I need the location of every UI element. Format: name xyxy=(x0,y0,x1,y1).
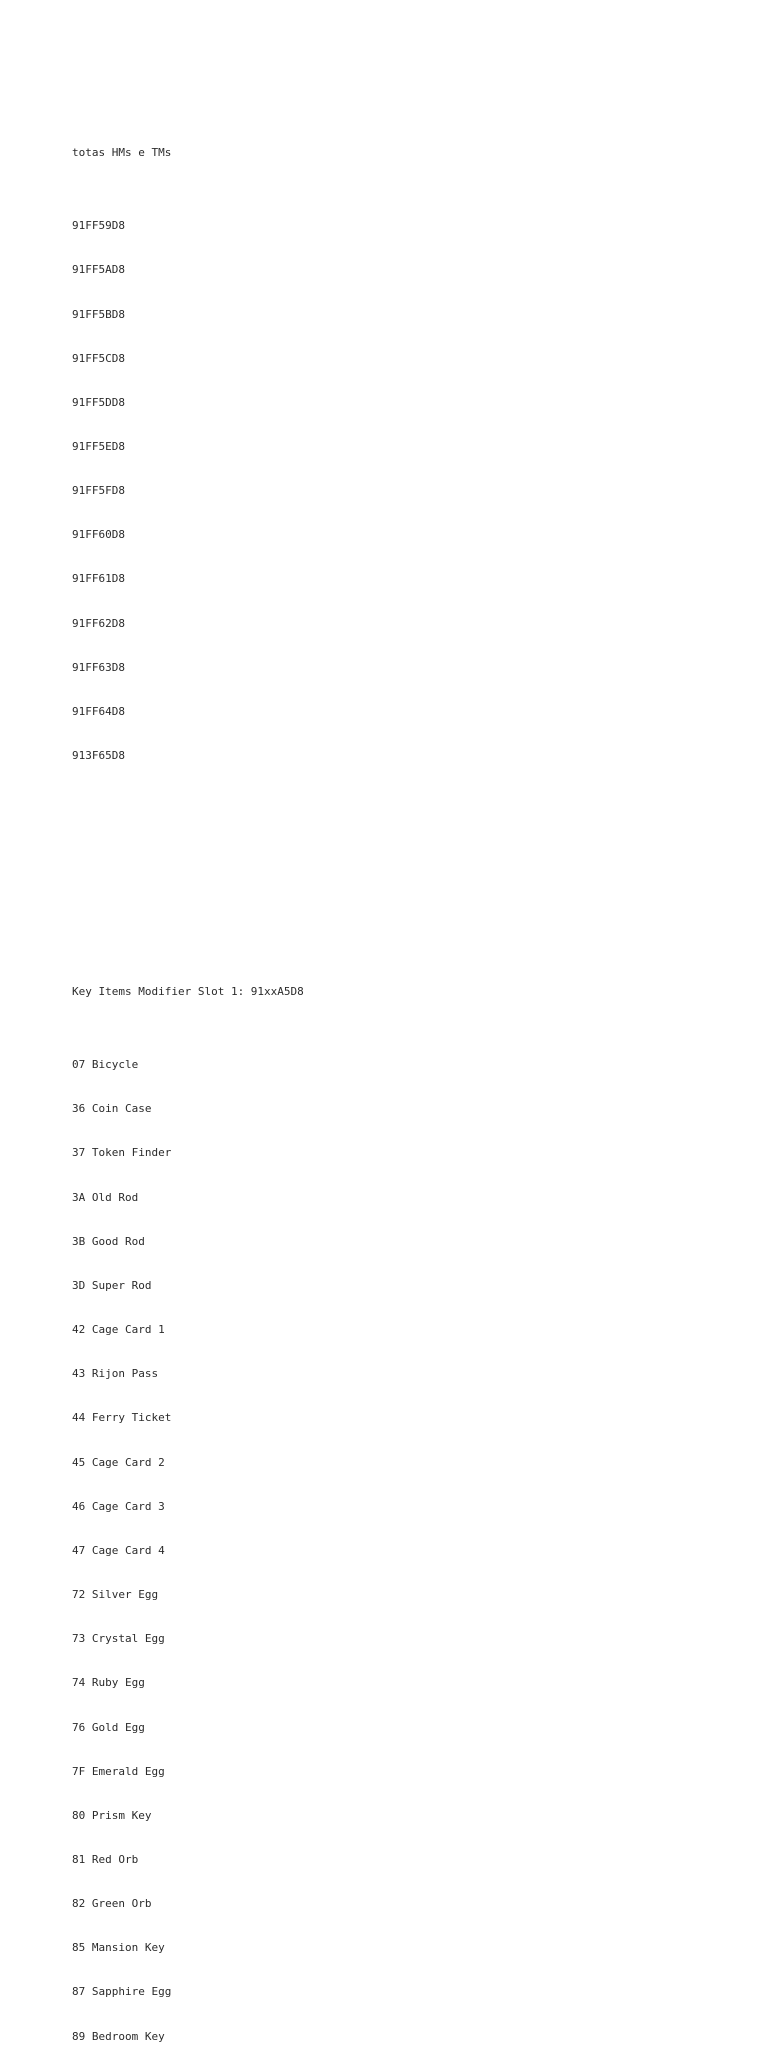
item-line: 76 Gold Egg xyxy=(72,1720,145,1734)
item-line: 73 Crystal Egg xyxy=(72,1632,165,1646)
item-list-key-items: 07 Bicycle 36 Coin Case 37 Token Finder … xyxy=(72,1029,768,2048)
item-line: 43 Rijon Pass xyxy=(72,1367,159,1381)
item-line: 80 Prism Key xyxy=(72,1808,152,1822)
item-line: 85 Mansion Key xyxy=(72,1941,165,1955)
item-line: 74 Ruby Egg xyxy=(72,1676,145,1690)
item-line: 46 Cage Card 3 xyxy=(72,1499,165,1513)
code-line: 91FF5AD8 xyxy=(72,263,125,277)
section-key-items: Key Items Modifier Slot 1: 91xxA5D8 07 B… xyxy=(72,955,768,2048)
code-line: 913F65D8 xyxy=(72,749,125,763)
item-line: 87 Sapphire Egg xyxy=(72,1985,172,1999)
code-line: 91FF60D8 xyxy=(72,528,125,542)
item-line: 47 Cage Card 4 xyxy=(72,1543,165,1557)
code-line: 91FF61D8 xyxy=(72,572,125,586)
item-line: 44 Ferry Ticket xyxy=(72,1411,172,1425)
item-line: 82 Green Orb xyxy=(72,1897,152,1911)
section-spacer xyxy=(72,867,768,911)
item-line: 36 Coin Case xyxy=(72,1102,152,1116)
code-line: 91FF63D8 xyxy=(72,660,125,674)
item-line: 3A Old Rod xyxy=(72,1190,139,1204)
code-line: 91FF5ED8 xyxy=(72,439,125,453)
code-line: 91FF62D8 xyxy=(72,616,125,630)
item-line: 42 Cage Card 1 xyxy=(72,1323,165,1337)
item-line: 45 Cage Card 2 xyxy=(72,1455,165,1469)
section-hms-tms: totas HMs e TMs 91FF59D8 91FF5AD8 91FF5B… xyxy=(72,116,768,823)
item-line: 37 Token Finder xyxy=(72,1146,172,1160)
code-list-hms-tms: 91FF59D8 91FF5AD8 91FF5BD8 91FF5CD8 91FF… xyxy=(72,190,768,793)
item-line: 3D Super Rod xyxy=(72,1278,152,1292)
item-line: 07 Bicycle xyxy=(72,1058,139,1072)
item-line: 81 Red Orb xyxy=(72,1852,139,1866)
document-page: totas HMs e TMs 91FF59D8 91FF5AD8 91FF5B… xyxy=(0,0,768,2043)
code-line: 91FF5DD8 xyxy=(72,395,125,409)
code-line: 91FF5BD8 xyxy=(72,307,125,321)
code-line: 91FF5FD8 xyxy=(72,484,125,498)
item-line: 72 Silver Egg xyxy=(72,1588,159,1602)
item-line: 3B Good Rod xyxy=(72,1234,145,1248)
item-line: 7F Emerald Egg xyxy=(72,1764,165,1778)
document-body: totas HMs e TMs 91FF59D8 91FF5AD8 91FF5B… xyxy=(72,72,768,2048)
code-line: 91FF5CD8 xyxy=(72,351,125,365)
section-heading-hms-tms: totas HMs e TMs xyxy=(72,145,172,159)
code-line: 91FF64D8 xyxy=(72,704,125,718)
item-line: 89 Bedroom Key xyxy=(72,2029,165,2043)
code-line: 91FF59D8 xyxy=(72,219,125,233)
section-heading-key-items: Key Items Modifier Slot 1: 91xxA5D8 xyxy=(72,984,304,998)
